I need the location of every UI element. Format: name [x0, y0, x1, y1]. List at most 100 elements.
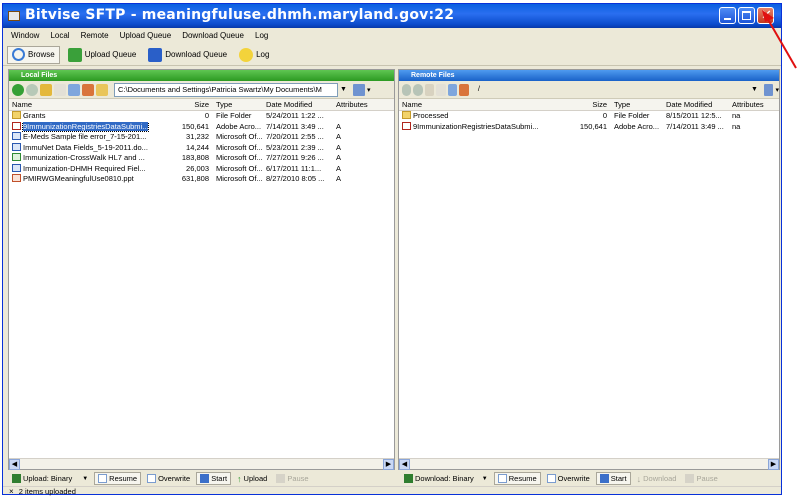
download-pause-button[interactable]: Pause: [682, 472, 720, 485]
local-hscrollbar[interactable]: ◀ ▶: [9, 458, 394, 470]
table-row[interactable]: Grants 0 File Folder 5/24/2011 1:22 ...: [9, 111, 394, 122]
remote-column-header: Name Size Type Date Modified Attributes: [399, 99, 779, 111]
download-overwrite-button[interactable]: Overwrite: [544, 472, 593, 485]
up-folder-icon[interactable]: [424, 83, 435, 96]
minimize-icon: [724, 18, 731, 20]
menu-remote[interactable]: Remote: [81, 31, 109, 40]
menu-upload-queue[interactable]: Upload Queue: [120, 31, 172, 40]
log-button[interactable]: Log: [235, 46, 273, 64]
forward-icon[interactable]: [26, 83, 38, 96]
file-type: Microsoft Of...: [216, 142, 263, 152]
upload-arrow-icon: [67, 47, 82, 62]
remote-pane-header: Remote Files: [399, 70, 779, 81]
col-type[interactable]: Type: [213, 99, 263, 110]
menu-local[interactable]: Local: [50, 31, 69, 40]
back-icon[interactable]: [402, 83, 412, 96]
download-button[interactable]: ↓ Download: [634, 472, 680, 485]
file-type: Microsoft Of...: [216, 132, 263, 141]
col-date[interactable]: Date Modified: [263, 99, 333, 110]
scroll-right-icon[interactable]: ▶: [768, 459, 779, 470]
new-folder-icon[interactable]: [96, 83, 108, 96]
remote-nav-bar: / ▼ ▾: [399, 81, 779, 99]
maximize-button[interactable]: [738, 7, 755, 24]
file-attributes: A: [336, 174, 342, 183]
local-column-header: Name Size Type Date Modified Attributes: [9, 99, 394, 111]
file-attributes: na: [732, 111, 741, 120]
upload-queue-button[interactable]: Upload Queue: [64, 46, 141, 64]
table-row[interactable]: 9ImmunizationRegistriesDataSubmi... 150,6…: [399, 121, 779, 133]
file-type: Microsoft Of...: [216, 163, 263, 173]
remote-path-field[interactable]: /: [475, 83, 657, 97]
local-file-list: Grants 0 File Folder 5/24/2011 1:22 ... 9Imm…: [9, 111, 394, 185]
doc-icon: [12, 163, 21, 172]
download-mode-select[interactable]: Download: Binary ▼: [401, 472, 491, 485]
col-attributes[interactable]: Attributes: [333, 99, 393, 110]
download-start-button[interactable]: Start: [595, 472, 631, 485]
view-mode-icon[interactable]: [763, 83, 774, 96]
path-dropdown-icon[interactable]: ▼: [751, 86, 758, 93]
delete-icon[interactable]: [436, 83, 446, 96]
file-name: PMIRWGMeaningfulUse0810.ppt: [9, 174, 159, 185]
table-row[interactable]: Processed 0 File Folder 8/15/2011 12:5... na: [399, 111, 779, 122]
table-row[interactable]: Immunization-CrossWalk HL7 and ... 183,80…: [9, 153, 394, 164]
back-icon[interactable]: [12, 83, 24, 96]
scroll-left-icon[interactable]: ◀: [399, 459, 410, 470]
upload-start-button[interactable]: Start: [196, 472, 232, 485]
file-size: 150,641: [181, 121, 209, 131]
table-row[interactable]: Immunization-DHMH Required Fiel... 26,003…: [9, 163, 394, 175]
title-bar[interactable]: Bitvise SFTP - meaningfuluse.dhmh.maryla…: [3, 4, 781, 28]
upload-arrow-icon: ↑: [237, 473, 242, 484]
menu-download-queue[interactable]: Download Queue: [182, 31, 244, 40]
col-type[interactable]: Type: [611, 99, 663, 110]
chevron-down-icon: ▼: [82, 475, 89, 482]
delete-icon[interactable]: [54, 83, 66, 96]
menu-log[interactable]: Log: [255, 31, 268, 40]
view-mode-icon[interactable]: [352, 83, 365, 96]
view-dropdown-icon[interactable]: ▾: [775, 86, 779, 94]
home-icon[interactable]: [459, 83, 469, 96]
view-dropdown-icon[interactable]: ▾: [367, 86, 371, 94]
menu-window[interactable]: Window: [11, 31, 39, 40]
download-arrow-icon: [148, 47, 163, 62]
file-name: E-Meds Sample file error_7-15-201...: [9, 132, 159, 143]
scroll-left-icon[interactable]: ◀: [9, 459, 20, 470]
refresh-icon[interactable]: [447, 83, 458, 96]
file-type: Adobe Acro...: [614, 121, 660, 131]
upload-queue-bar: Upload: Binary ▼ Resume Overwrite Start …: [9, 471, 312, 486]
close-icon[interactable]: ×: [9, 487, 14, 496]
local-path-field[interactable]: C:\Documents and Settings\Patricia Swart…: [114, 82, 338, 97]
home-icon[interactable]: [82, 83, 94, 96]
download-queue-button[interactable]: Download Queue: [144, 46, 231, 64]
browse-button[interactable]: Browse: [7, 45, 60, 64]
forward-icon[interactable]: [413, 83, 423, 96]
file-size: 631,808: [181, 174, 209, 183]
maximize-icon: [742, 11, 751, 20]
col-size[interactable]: Size: [567, 99, 611, 110]
ppt-icon: [12, 174, 21, 182]
table-row[interactable]: ImmuNet Data Fields_5-19-2011.do... 14,24…: [9, 142, 394, 154]
table-row[interactable]: PMIRWGMeaningfulUse0810.ppt 631,808 Micros…: [9, 174, 394, 185]
up-folder-icon[interactable]: [40, 83, 52, 96]
table-row[interactable]: E-Meds Sample file error_7-15-201... 31,2…: [9, 132, 394, 143]
log-bubble-icon: [239, 47, 254, 62]
col-name[interactable]: Name: [399, 99, 567, 110]
upload-overwrite-button[interactable]: Overwrite: [144, 472, 193, 485]
file-date: 7/27/2011 9:26 ...: [266, 153, 324, 162]
scroll-right-icon[interactable]: ▶: [383, 459, 394, 470]
remote-hscrollbar[interactable]: ◀ ▶: [399, 458, 779, 470]
upload-mode-select[interactable]: Upload: Binary ▼: [9, 472, 91, 485]
path-dropdown-icon[interactable]: ▼: [340, 86, 347, 93]
minimize-button[interactable]: [719, 7, 736, 24]
table-row[interactable]: 9ImmunizationRegistriesDataSubmi... 150,6…: [9, 121, 394, 133]
status-bar: × 2 items uploaded: [3, 486, 781, 496]
col-name[interactable]: Name: [9, 99, 159, 110]
col-date[interactable]: Date Modified: [663, 99, 729, 110]
col-size[interactable]: Size: [159, 99, 213, 110]
upload-pause-button[interactable]: Pause: [273, 472, 311, 485]
download-resume-button[interactable]: Resume: [493, 472, 541, 485]
upload-button[interactable]: ↑ Upload: [234, 472, 270, 485]
refresh-icon[interactable]: [68, 83, 80, 96]
col-attributes[interactable]: Attributes: [729, 99, 779, 110]
file-date: 7/14/2011 3:49 ...: [266, 121, 324, 131]
upload-resume-button[interactable]: Resume: [94, 472, 142, 485]
